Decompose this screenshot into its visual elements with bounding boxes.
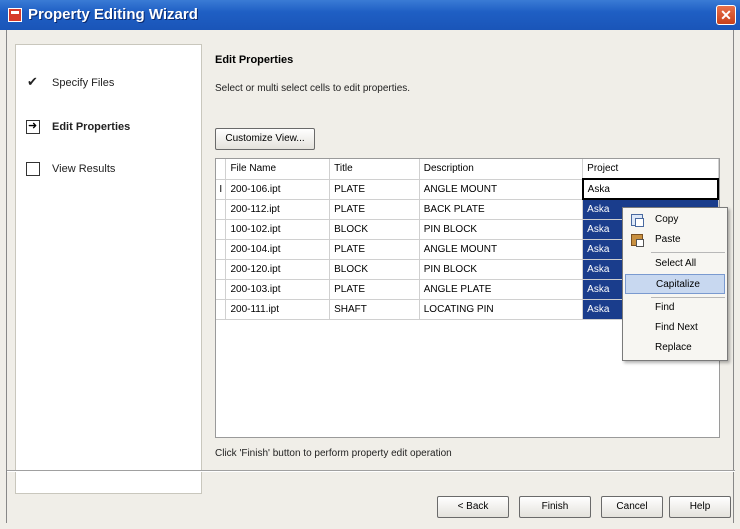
cell-project-editing[interactable]: Aska <box>581 178 720 200</box>
row-marker-header <box>216 159 227 180</box>
paste-icon <box>631 234 644 247</box>
row-marker <box>216 279 227 300</box>
menu-item-capitalize[interactable]: Capitalize <box>625 274 725 294</box>
context-menu: Copy Paste Select All Capitalize Find Fi… <box>622 207 728 361</box>
title-bar[interactable]: Property Editing Wizard ✕ <box>0 0 740 30</box>
cell-file-name[interactable]: 200-111.ipt <box>225 299 331 320</box>
row-marker: I <box>216 179 227 200</box>
wizard-steps: Specify Files Edit Properties View Resul… <box>15 44 202 494</box>
cell-title[interactable]: PLATE <box>329 199 420 220</box>
cell-file-name[interactable]: 200-120.ipt <box>225 259 331 280</box>
menu-item-label: Capitalize <box>656 279 700 290</box>
step-edit-properties[interactable]: Edit Properties <box>26 117 130 137</box>
step-label: Edit Properties <box>52 121 131 133</box>
menu-item-paste[interactable]: Paste <box>625 230 725 250</box>
menu-item-label: Select All <box>655 258 697 269</box>
menu-item-label: Replace <box>655 342 692 353</box>
menu-item-label: Find <box>655 302 675 313</box>
copy-icon <box>631 214 644 227</box>
finish-button[interactable]: Finish <box>519 496 591 518</box>
cell-title[interactable]: BLOCK <box>329 259 420 280</box>
column-header-project[interactable]: Project <box>582 159 719 180</box>
page-heading: Edit Properties <box>215 54 294 66</box>
help-button[interactable]: Help <box>669 496 731 518</box>
customize-view-button[interactable]: Customize View... <box>215 128 315 150</box>
cell-file-name[interactable]: 200-112.ipt <box>225 199 331 220</box>
cell-description[interactable]: PIN BLOCK <box>419 219 584 240</box>
cancel-button[interactable]: Cancel <box>601 496 663 518</box>
cell-title[interactable]: BLOCK <box>329 219 420 240</box>
back-button[interactable]: < Back <box>437 496 509 518</box>
menu-item-label: Find Next <box>655 322 698 333</box>
column-header-description[interactable]: Description <box>419 159 584 180</box>
row-marker <box>216 199 227 220</box>
menu-item-find-next[interactable]: Find Next <box>625 318 725 338</box>
step-label: View Results <box>52 163 116 175</box>
close-button[interactable]: ✕ <box>716 5 736 25</box>
grid-header-row: File Name Title Description Project <box>216 159 719 180</box>
footer-divider <box>7 470 735 472</box>
cell-description[interactable]: LOCATING PIN <box>419 299 584 320</box>
row-marker <box>216 299 227 320</box>
menu-item-find[interactable]: Find <box>625 298 725 318</box>
cell-description[interactable]: BACK PLATE <box>419 199 584 220</box>
cell-file-name[interactable]: 100-102.ipt <box>225 219 331 240</box>
column-header-title[interactable]: Title <box>329 159 420 180</box>
menu-item-select-all[interactable]: Select All <box>625 254 725 274</box>
cell-title[interactable]: SHAFT <box>329 299 420 320</box>
cell-file-name[interactable]: 200-104.ipt <box>225 239 331 260</box>
table-row[interactable]: I 200-106.ipt PLATE ANGLE MOUNT Aska <box>216 178 720 200</box>
cell-description[interactable]: ANGLE MOUNT <box>419 239 584 260</box>
cell-description[interactable]: ANGLE PLATE <box>419 279 584 300</box>
cell-title[interactable]: PLATE <box>329 179 420 200</box>
app-icon <box>8 8 22 22</box>
menu-item-label: Copy <box>655 214 679 225</box>
step-label: Specify Files <box>52 77 115 89</box>
row-marker <box>216 259 227 280</box>
cell-file-name[interactable]: 200-106.ipt <box>225 179 331 200</box>
step-specify-files[interactable]: Specify Files <box>26 73 114 93</box>
cell-description[interactable]: PIN BLOCK <box>419 259 584 280</box>
row-marker <box>216 219 227 240</box>
menu-item-copy[interactable]: Copy <box>625 210 725 230</box>
row-marker <box>216 239 227 260</box>
current-step-arrow-icon <box>26 119 40 134</box>
window-title: Property Editing Wizard <box>28 6 198 23</box>
cell-title[interactable]: PLATE <box>329 239 420 260</box>
menu-separator <box>651 252 725 253</box>
cell-title[interactable]: PLATE <box>329 279 420 300</box>
menu-item-replace[interactable]: Replace <box>625 338 725 358</box>
cell-description[interactable]: ANGLE MOUNT <box>419 179 584 200</box>
cell-file-name[interactable]: 200-103.ipt <box>225 279 331 300</box>
menu-item-label: Paste <box>655 234 681 245</box>
check-icon <box>26 74 40 90</box>
page-subheading: Select or multi select cells to edit pro… <box>215 83 411 94</box>
footer-instruction: Click 'Finish' button to perform propert… <box>215 448 452 459</box>
wizard-window: Property Editing Wizard ✕ Specify Files … <box>0 0 740 529</box>
step-view-results[interactable]: View Results <box>26 159 115 179</box>
checkbox-icon <box>26 162 40 176</box>
column-header-file-name[interactable]: File Name <box>225 159 331 180</box>
